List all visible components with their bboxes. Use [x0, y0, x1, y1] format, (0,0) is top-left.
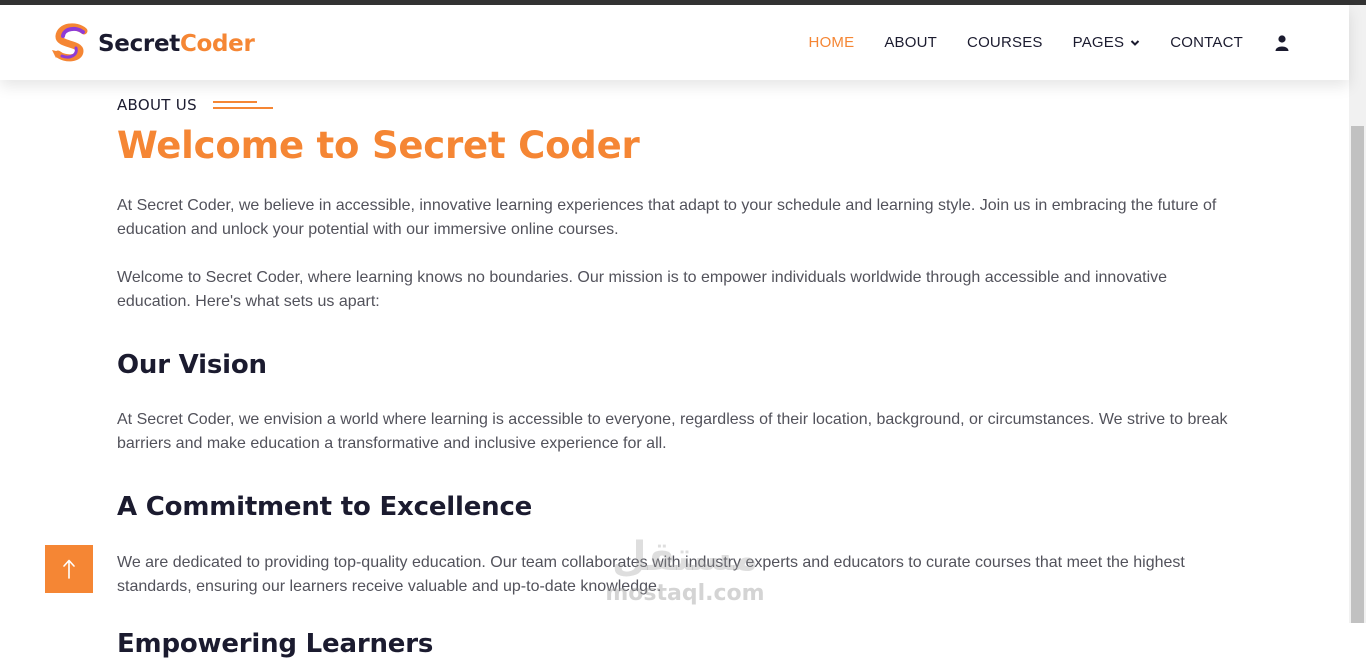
main-nav: HOME ABOUT COURSES PAGES CONTACT — [779, 5, 1289, 80]
about-section: ABOUT US Welcome to Secret Coder At Secr… — [117, 90, 1232, 659]
arrow-up-icon — [63, 559, 75, 579]
site-header: SecretCoder HOME ABOUT COURSES PAGES CON… — [0, 5, 1349, 80]
intro-paragraph: At Secret Coder, we believe in accessibl… — [117, 197, 1217, 238]
eyebrow-label: ABOUT US — [117, 96, 197, 114]
heading-our-vision: Our Vision — [117, 350, 267, 380]
heading-empowering-learners: Empowering Learners — [117, 629, 434, 659]
nav-item-pages[interactable]: PAGES — [1073, 34, 1141, 51]
site-logo[interactable]: SecretCoder — [50, 23, 255, 65]
chevron-down-icon — [1130, 39, 1140, 46]
user-icon[interactable] — [1275, 34, 1289, 51]
commitment-paragraph: We are dedicated to providing top-qualit… — [117, 554, 1185, 595]
eyebrow-decoration — [212, 100, 273, 110]
nav-item-home[interactable]: HOME — [809, 34, 855, 51]
nav-item-pages-label: PAGES — [1072, 34, 1125, 51]
brand-name-part1: Secret — [98, 31, 180, 57]
nav-item-about[interactable]: ABOUT — [884, 34, 937, 51]
nav-item-courses[interactable]: COURSES — [967, 34, 1043, 51]
s-logo-icon — [52, 23, 88, 62]
heading-commitment: A Commitment to Excellence — [117, 492, 533, 522]
brand-name-part2: Coder — [179, 31, 255, 57]
page-title: Welcome to Secret Coder — [117, 124, 640, 167]
page-scrollbar-thumb[interactable] — [1351, 126, 1364, 623]
scroll-to-top-button[interactable] — [45, 545, 93, 593]
nav-item-contact[interactable]: CONTACT — [1170, 34, 1243, 51]
brand-name: SecretCoder — [98, 31, 255, 57]
welcome-paragraph: Welcome to Secret Coder, where learning … — [117, 269, 1168, 310]
section-eyebrow: ABOUT US — [117, 96, 1232, 114]
vision-paragraph: At Secret Coder, we envision a world whe… — [117, 411, 1228, 452]
